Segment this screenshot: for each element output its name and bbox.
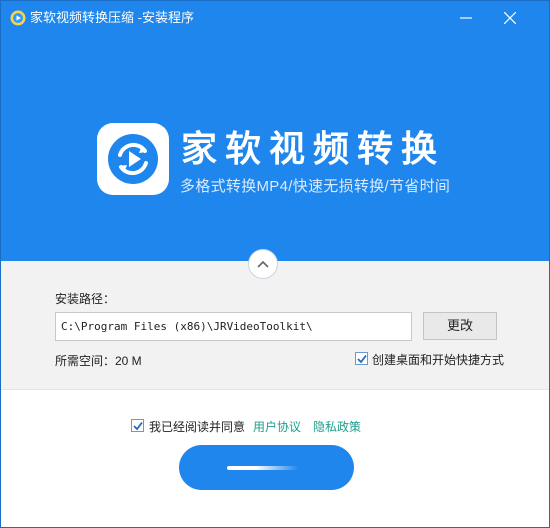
privacy-policy-link[interactable]: 隐私政策 — [313, 418, 361, 435]
install-path-input[interactable] — [55, 312, 412, 341]
minimize-icon — [460, 17, 472, 19]
change-path-button[interactable]: 更改 — [423, 312, 497, 340]
chevron-up-icon — [257, 260, 269, 268]
close-button[interactable] — [497, 7, 523, 29]
install-path-label: 安装路径： — [55, 292, 116, 306]
collapse-options-button[interactable] — [248, 249, 278, 279]
checkmark-icon — [357, 354, 367, 364]
user-agreement-link[interactable]: 用户协议 — [253, 418, 301, 435]
window-title: 家软视频转换压缩 -安装程序 — [30, 10, 194, 25]
brand-name: 家软视频转换 — [181, 128, 446, 169]
required-space-label: 所需空间：20 M — [55, 354, 142, 368]
installer-window: 家软视频转换压缩 -安装程序 家软视频转换 多格式转换MP4/快速无损转换/节省… — [0, 0, 550, 528]
brand-slogan: 多格式转换MP4/快速无损转换/节省时间 — [180, 178, 451, 195]
checkmark-icon — [133, 421, 143, 431]
title-bar[interactable]: 家软视频转换压缩 -安装程序 — [1, 1, 549, 35]
video-convert-logo-icon — [97, 123, 169, 195]
close-icon — [504, 12, 516, 24]
install-button[interactable] — [179, 445, 354, 490]
shortcut-checkbox[interactable] — [355, 352, 368, 365]
hero-banner: 家软视频转换压缩 -安装程序 家软视频转换 多格式转换MP4/快速无损转换/节省… — [1, 1, 549, 261]
install-button-label-bar — [227, 466, 299, 470]
app-icon — [10, 10, 26, 26]
agreement-checkbox[interactable] — [131, 419, 144, 432]
shortcut-label: 创建桌面和开始快捷方式 — [372, 353, 505, 367]
agreement-text: 我已经阅读并同意 — [149, 420, 246, 434]
minimize-button[interactable] — [453, 7, 479, 29]
